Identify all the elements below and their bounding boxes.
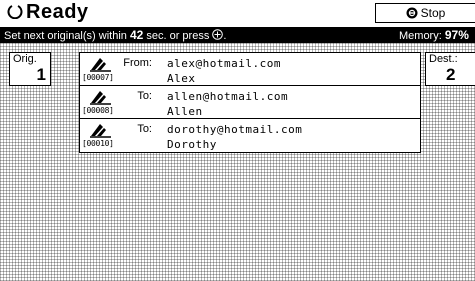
originals-label: Orig.	[13, 53, 37, 65]
entry-code: [00010]	[82, 139, 114, 148]
destinations-counter: Dest.: 2	[425, 52, 475, 86]
entry-direction: To:	[137, 90, 152, 102]
entry-code: [00008]	[82, 106, 114, 115]
entry-name: Allen	[167, 105, 203, 118]
destinations-label: Dest.:	[429, 53, 458, 65]
entry-name: Dorothy	[167, 138, 217, 151]
list-item[interactable]: [00008] To: allen@hotmail.com Allen	[80, 86, 420, 119]
list-item[interactable]: [00007] From: alex@hotmail.com Alex	[80, 53, 420, 86]
entry-direction: To:	[137, 123, 152, 135]
destinations-count: 2	[446, 65, 456, 84]
ready-status-icon	[7, 5, 23, 19]
countdown-seconds: 42	[129, 28, 144, 42]
destination-list: [00007] From: alex@hotmail.com Alex [000…	[79, 52, 421, 153]
entry-name: Alex	[167, 72, 196, 85]
entry-address: alex@hotmail.com	[167, 57, 281, 70]
list-item[interactable]: [00010] To: dorothy@hotmail.com Dorothy	[80, 119, 420, 152]
title-bar: Ready Stop	[0, 0, 475, 26]
stop-label: Stop	[420, 5, 446, 20]
entry-address: dorothy@hotmail.com	[167, 123, 303, 136]
info-bar: Set next original(s) within 42 sec. or p…	[0, 27, 475, 43]
originals-counter: Orig. 1	[9, 52, 51, 86]
stop-button[interactable]: Stop	[375, 3, 475, 23]
entry-code: [00007]	[82, 73, 114, 82]
stop-icon	[406, 7, 418, 19]
next-original-message: Set next original(s) within 42 sec. or p…	[4, 28, 227, 42]
memory-indicator: Memory: 97%	[399, 28, 469, 42]
start-key-icon	[212, 29, 224, 40]
originals-count: 1	[36, 65, 46, 84]
status-title: Ready	[26, 1, 89, 23]
entry-address: allen@hotmail.com	[167, 90, 289, 103]
scan-panel: Orig. 1 [00007] From: alex@hotmail.com A…	[0, 43, 475, 281]
memory-value: 97%	[444, 28, 469, 42]
entry-direction: From:	[123, 57, 152, 69]
